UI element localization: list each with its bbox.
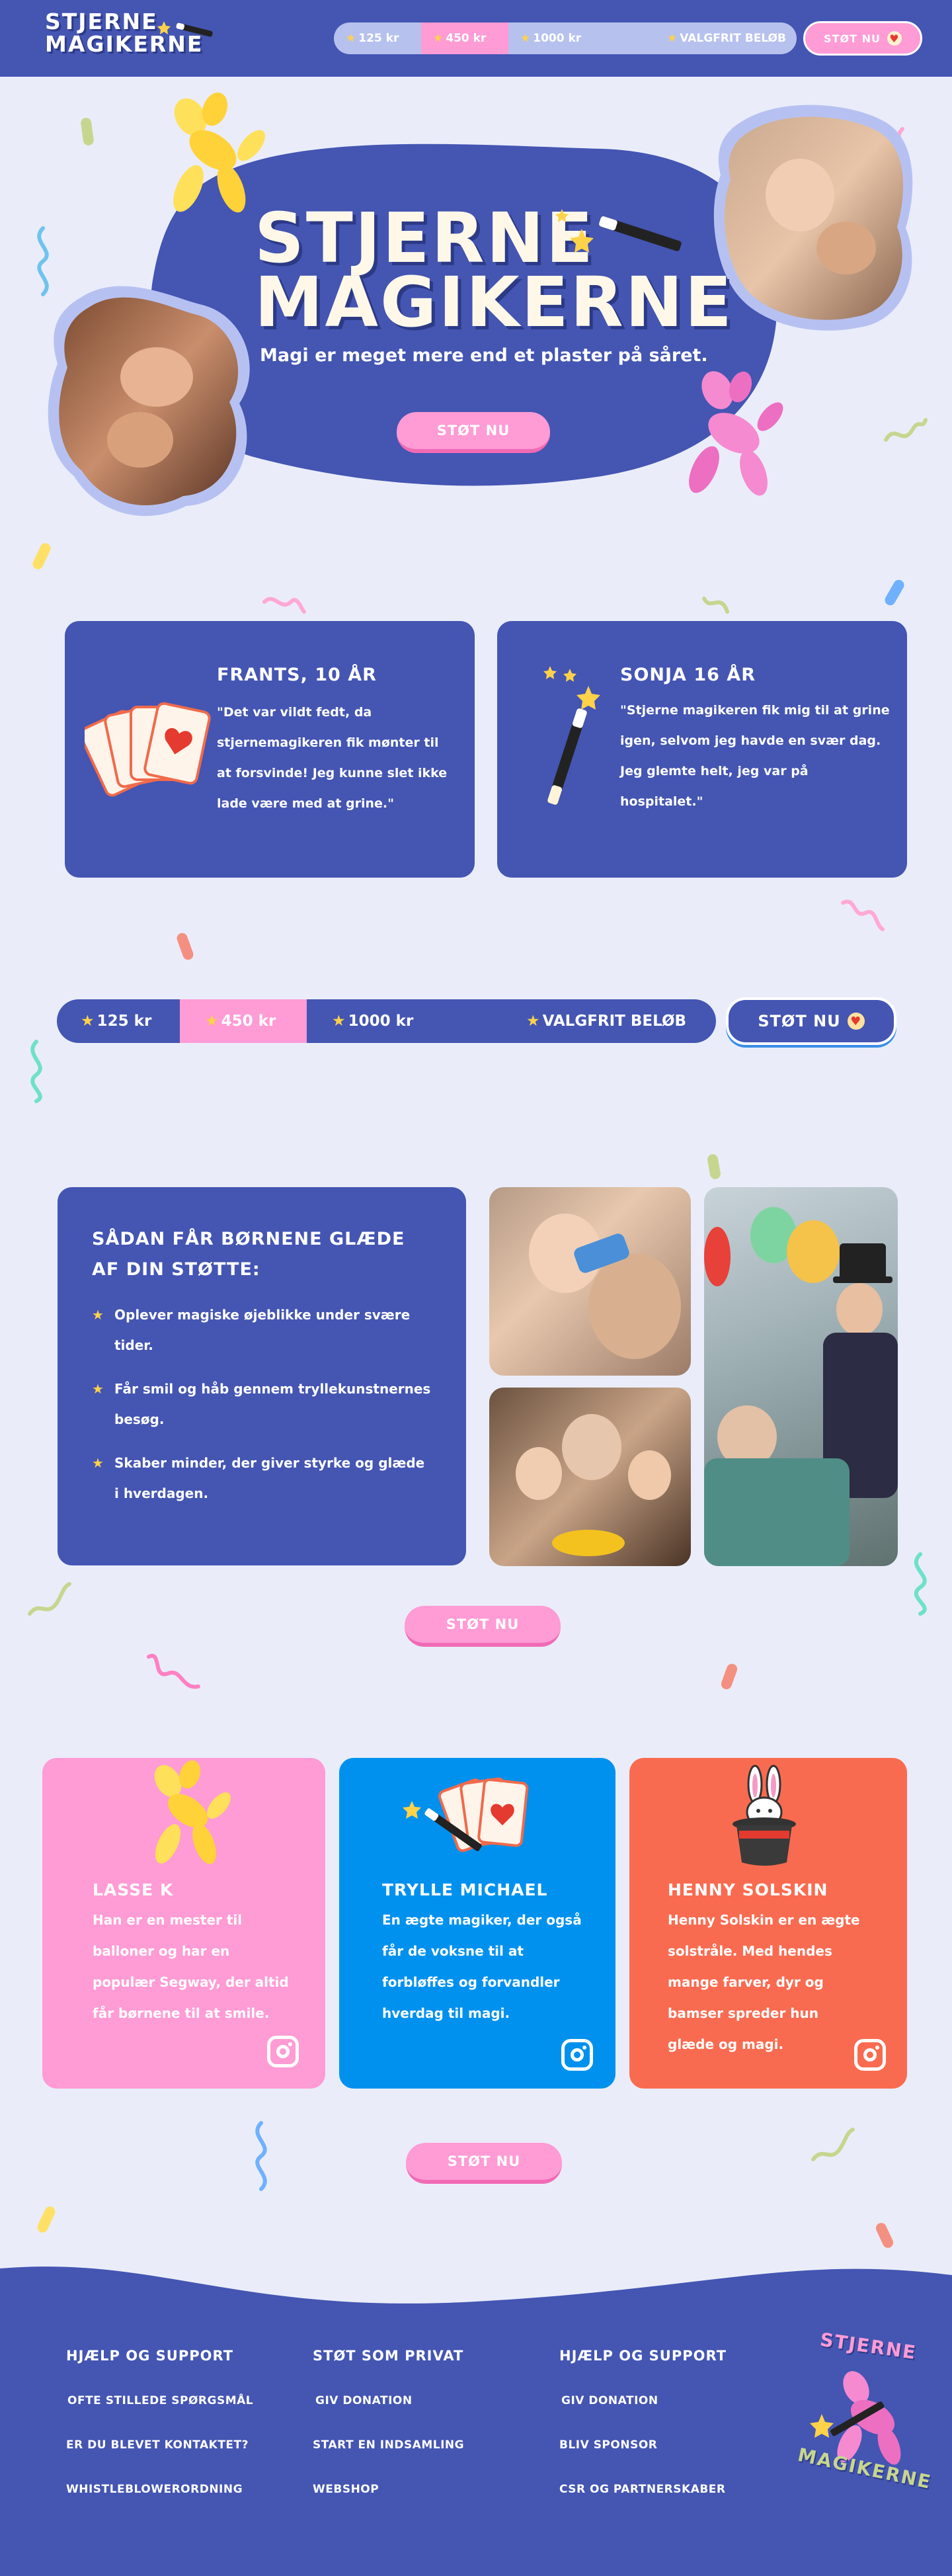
balloon-dog-icon [154, 1760, 231, 1864]
instagram-icon[interactable] [561, 2039, 593, 2071]
star-icon: ★ [92, 1307, 104, 1323]
header-logo[interactable]: STJERNE MAGIKERNE [45, 9, 217, 65]
benefits-title: SÅDAN FÅR BØRNENE GLÆDE AF DIN STØTTE: [92, 1229, 405, 1280]
benefit-item: ★ Oplever magiske øjeblikke under svære … [92, 1300, 436, 1360]
magician-name: HENNY SOLSKIN [668, 1880, 828, 1899]
footer-link-fundraiser[interactable]: START EN INDSAMLING [313, 2438, 464, 2452]
footer-link-faq[interactable]: OFTE STILLEDE SPØRGSMÅL [67, 2394, 253, 2407]
magician-card-henny: HENNY SOLSKIN Henny Solskin er en ægte s… [629, 1758, 907, 2089]
footer-link-donation[interactable]: GIV DONATION [315, 2394, 413, 2407]
hero-title-line-1: STJERNE [255, 198, 595, 278]
benefits-card: SÅDAN FÅR BØRNENE GLÆDE AF DIN STØTTE: ★… [58, 1187, 466, 1565]
benefit-item: ★ Skaber minder, der giver styrke og glæ… [92, 1448, 436, 1509]
donation-amount-450[interactable]: ★ 450 kr [180, 999, 307, 1043]
heart-icon: ♥ [887, 31, 902, 46]
logo-line-1: STJERNE [45, 9, 158, 34]
footer-link-whistleblower[interactable]: WHISTLEBLOWERORDNING [66, 2483, 243, 2496]
header-support-button[interactable]: STØT NU ♥ [803, 21, 922, 56]
balloon-dog-icon [689, 371, 783, 496]
magician-description: Han er en mester til balloner og har en … [93, 1912, 289, 2021]
nav-amount-450[interactable]: ★ 450 kr [421, 22, 508, 54]
magician-name: LASSE K [93, 1880, 174, 1899]
magician-name: TRYLLE MICHAEL [382, 1880, 548, 1899]
footer-link-csr[interactable]: CSR OG PARTNERSKABER [559, 2483, 726, 2496]
playing-cards-icon [85, 702, 211, 797]
star-icon: ★ [433, 32, 444, 45]
instagram-icon[interactable] [267, 2036, 299, 2067]
footer-heading: HJÆLP OG SUPPORT [66, 2348, 234, 2364]
donation-amount-125[interactable]: ★ 125 kr [57, 999, 180, 1043]
footer-link-webshop[interactable]: WEBSHOP [313, 2483, 379, 2496]
magician-card-michael: TRYLLE MICHAEL En ægte magiker, der også… [339, 1758, 615, 2089]
photo-child-playing [489, 1187, 691, 1376]
nav-amount-125[interactable]: ★ 125 kr [334, 22, 421, 54]
star-icon: ★ [332, 1013, 346, 1030]
nav-amount-1000[interactable]: ★ 1000 kr [508, 22, 655, 54]
donation-support-button[interactable]: STØT NU ♥ [726, 997, 896, 1045]
magician-description: En ægte magiker, der også får de voksne … [382, 1912, 582, 2021]
donation-amount-1000[interactable]: ★ 1000 kr [307, 999, 505, 1043]
star-icon: ★ [526, 1013, 540, 1030]
hero-photo-child-laughing [707, 96, 922, 337]
playing-cards-icon [403, 1777, 529, 1852]
star-icon: ★ [92, 1455, 104, 1471]
photo-grandfather-children [489, 1388, 691, 1566]
testimonial-quote: "Stjerne magikeren fik mig til at grine … [620, 703, 890, 809]
hero-title-line-2: MAGIKERNE [255, 262, 734, 343]
footer-link-contacted[interactable]: ER DU BLEVET KONTAKTET? [66, 2438, 249, 2452]
testimonial-card-sonja: SONJA 16 ÅR "Stjerne magikeren fik mig t… [497, 621, 907, 878]
nav-amount-custom[interactable]: ★ VALGFRIT BELØB [655, 22, 797, 54]
donation-amount-selector: ★ 125 kr ★ 450 kr ★ 1000 kr ★ VALGFRIT BELØB [57, 999, 716, 1043]
rabbit-hat-icon [733, 1765, 796, 1866]
star-icon: ★ [346, 32, 356, 45]
hero-subtitle: Magi er meget mere end et plaster på sår… [260, 345, 708, 366]
heart-icon: ♥ [847, 1013, 865, 1030]
testimonial-name: SONJA 16 ÅR [620, 665, 756, 685]
benefits-support-button[interactable]: STØT NU [405, 1606, 561, 1647]
magic-wand-icon [543, 666, 600, 805]
photo-magician-hospital [704, 1187, 898, 1566]
header-donation-amounts: ★ 125 kr ★ 450 kr ★ 1000 kr ★ VALGFRIT BELØB [334, 22, 797, 54]
instagram-icon[interactable] [854, 2039, 886, 2071]
star-icon: ★ [81, 1013, 95, 1030]
star-icon: ★ [92, 1381, 104, 1397]
star-icon: ★ [667, 32, 678, 45]
benefit-item: ★ Får smil og håb gennem tryllekunstnern… [92, 1374, 436, 1434]
testimonial-quote: "Det var vildt fedt, da stjernemagikeren… [217, 705, 448, 811]
site-header: STJERNE MAGIKERNE ★ 125 kr ★ 450 kr ★ 1000 … [0, 0, 952, 77]
footer-link-sponsor[interactable]: BLIV SPONSOR [559, 2438, 657, 2452]
footer-link-donation-2[interactable]: GIV DONATION [561, 2394, 658, 2407]
donation-amount-custom[interactable]: ★ VALGFRIT BELØB [505, 999, 716, 1043]
magician-description: Henny Solskin er en ægte solstråle. Med … [668, 1912, 860, 2052]
magic-wand-icon [555, 209, 682, 253]
magicians-support-button[interactable]: STØT NU [406, 2143, 562, 2184]
magician-card-lasse: LASSE K Han er en mester til balloner og… [42, 1758, 325, 2089]
testimonial-card-frants: FRANTS, 10 ÅR "Det var vildt fedt, da st… [65, 621, 475, 878]
footer-logo[interactable]: STJERNE MAGIKERNE [783, 2329, 933, 2497]
hero-photo-mother-child [41, 278, 262, 526]
balloon-dog-icon [173, 92, 265, 213]
testimonial-name: FRANTS, 10 ÅR [217, 665, 377, 685]
magic-wand-icon [157, 21, 213, 37]
footer-heading: STØT SOM PRIVAT [313, 2348, 464, 2364]
hero-support-button[interactable]: STØT NU [397, 412, 550, 453]
footer-heading: HJÆLP OG SUPPORT [559, 2348, 727, 2364]
star-icon: ★ [520, 32, 531, 45]
star-icon: ★ [205, 1013, 219, 1030]
